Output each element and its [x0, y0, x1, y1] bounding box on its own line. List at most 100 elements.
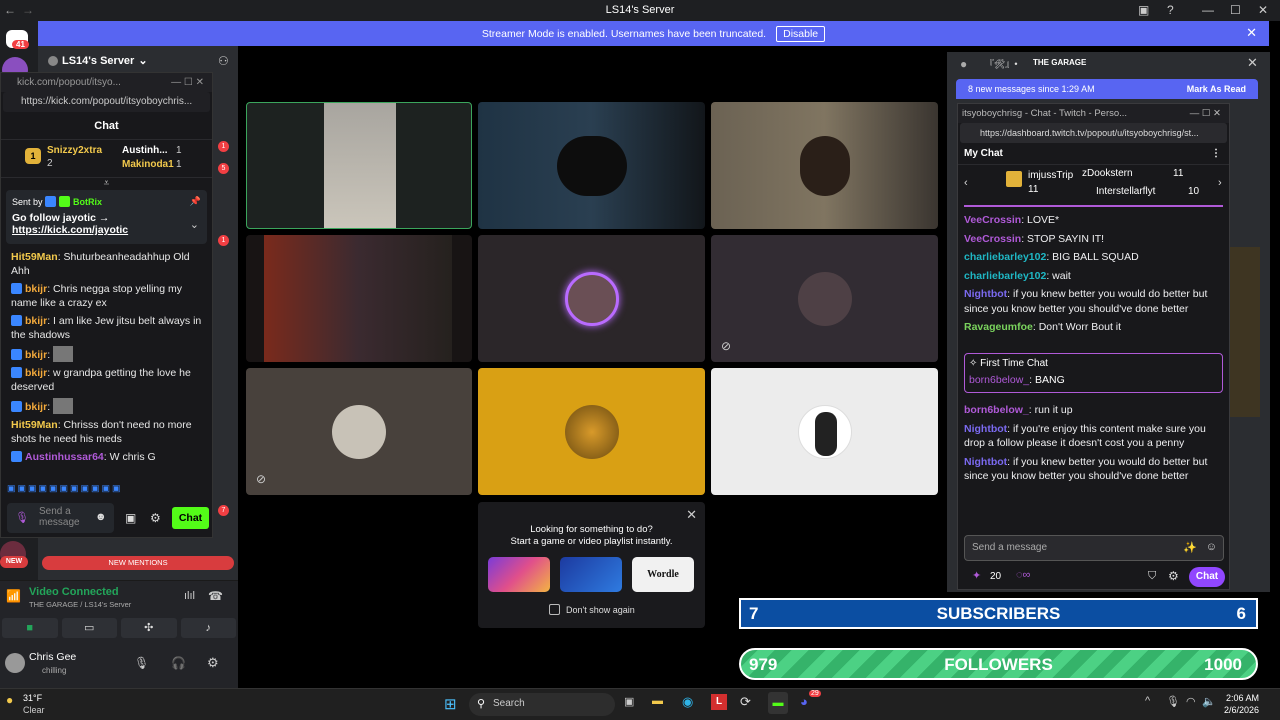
- leader-name[interactable]: Makinoda1: [122, 159, 174, 170]
- edge-icon[interactable]: ◉: [682, 694, 693, 710]
- voice-channel-path[interactable]: THE GARAGE / LS14's Server: [29, 600, 131, 609]
- points-icon[interactable]: ◌∞: [1016, 569, 1030, 581]
- twitch-chat-input[interactable]: Send a message ✨ ☺: [964, 535, 1224, 561]
- gifter-name[interactable]: imjussTrip: [1028, 170, 1073, 181]
- app-l-icon[interactable]: L: [711, 694, 727, 710]
- chat-username[interactable]: VeeCrossin: [964, 214, 1021, 226]
- add-member-icon[interactable]: ⚇: [218, 54, 229, 68]
- video-tile[interactable]: [478, 102, 705, 229]
- task-view-icon[interactable]: ▣: [624, 695, 634, 708]
- leader-name[interactable]: Snizzy2xtra: [47, 145, 102, 156]
- game-tetris[interactable]: [488, 557, 550, 592]
- emoji-icon[interactable]: ☺: [1206, 541, 1217, 553]
- disconnect-icon[interactable]: ☎: [208, 589, 223, 603]
- soundboard-button[interactable]: ♪: [180, 618, 236, 638]
- microphone-icon[interactable]: 🎙: [15, 511, 29, 524]
- chat-username[interactable]: Austinhussar64: [25, 451, 104, 463]
- wifi-icon[interactable]: ◠: [1186, 695, 1196, 708]
- chat-username[interactable]: bkijr: [25, 283, 47, 295]
- video-tile[interactable]: [711, 368, 938, 495]
- minimize-icon[interactable]: —: [1202, 3, 1214, 17]
- username[interactable]: Chris Gee: [29, 651, 76, 663]
- chevron-right-icon[interactable]: ›: [1218, 177, 1222, 189]
- new-messages-bar[interactable]: 8 new messages since 1:29 AM Mark As Rea…: [956, 79, 1258, 99]
- chat-username[interactable]: Hit59Man: [11, 419, 58, 431]
- new-badge[interactable]: NEW: [0, 556, 28, 568]
- video-tile[interactable]: [711, 102, 938, 229]
- leader-name[interactable]: Austinh...: [122, 145, 168, 156]
- game-rocket-league[interactable]: [560, 557, 622, 592]
- chat-username[interactable]: Nightbot: [964, 423, 1007, 435]
- chevron-down-icon[interactable]: ⌄: [190, 218, 199, 231]
- camera-button[interactable]: ■: [2, 618, 58, 638]
- terminal-icon[interactable]: ▬: [768, 692, 788, 714]
- chat-username[interactable]: born6below_: [964, 404, 1029, 416]
- noise-suppression-icon[interactable]: ılıl: [184, 590, 195, 602]
- chat-send-button[interactable]: Chat: [172, 507, 209, 529]
- start-icon[interactable]: ⊞: [444, 695, 457, 713]
- chat-username[interactable]: VeeCrossin: [964, 233, 1021, 245]
- screen-share-button[interactable]: ▭: [61, 618, 117, 638]
- chat-username[interactable]: bkijr: [25, 315, 47, 327]
- close-banner-icon[interactable]: ✕: [1246, 25, 1257, 41]
- video-tile[interactable]: ⊘: [246, 368, 472, 495]
- video-tile[interactable]: ⊘: [711, 235, 938, 362]
- settings-gear-icon[interactable]: ⚙: [207, 655, 219, 671]
- chevron-left-icon[interactable]: ‹: [964, 177, 968, 189]
- checkbox[interactable]: [549, 604, 560, 615]
- headphones-icon[interactable]: 🎧: [171, 656, 186, 670]
- close-icon[interactable]: ✕: [1258, 3, 1268, 17]
- clock-time[interactable]: 2:06 AM: [1226, 693, 1259, 703]
- pin-icon[interactable]: 📌: [190, 196, 201, 207]
- settings-gear-icon[interactable]: ⚙: [150, 511, 161, 525]
- microphone-icon[interactable]: 🎙: [134, 656, 149, 670]
- new-mentions-bar[interactable]: NEW MENTIONS: [42, 556, 234, 570]
- weather-text[interactable]: Clear: [23, 705, 45, 715]
- chat-username[interactable]: Hit59Man: [11, 251, 58, 263]
- url-bar[interactable]: https://kick.com/popout/itsyoboychris...: [3, 92, 210, 112]
- chat-username[interactable]: bkijr: [25, 349, 47, 361]
- discord-taskbar-icon[interactable]: ◕: [800, 694, 808, 709]
- gifter-name[interactable]: Interstellarflyt: [1096, 186, 1155, 197]
- shield-icon[interactable]: ⛉: [1148, 570, 1156, 583]
- close-icon[interactable]: ✕: [686, 507, 697, 523]
- server-header[interactable]: LS14's Server ⌄: [48, 54, 148, 67]
- gifter-name[interactable]: zDookstern: [1082, 168, 1133, 179]
- dont-show-checkbox[interactable]: Don't show again: [549, 604, 635, 615]
- chat-username[interactable]: bkijr: [25, 401, 47, 413]
- pinned-link[interactable]: https://kick.com/jayotic: [12, 224, 201, 236]
- clock-date[interactable]: 2/6/2026: [1224, 705, 1259, 715]
- url-bar[interactable]: https://dashboard.twitch.tv/popout/u/its…: [960, 123, 1227, 143]
- gift-icon[interactable]: ▣: [125, 511, 136, 525]
- settings-gear-icon[interactable]: ⚙: [1168, 569, 1179, 583]
- mark-read-button[interactable]: Mark As Read: [1187, 84, 1246, 94]
- chat-username[interactable]: bkijr: [25, 367, 47, 379]
- video-tile[interactable]: [246, 235, 472, 362]
- avatar[interactable]: [5, 653, 25, 673]
- help-icon[interactable]: ?: [1167, 3, 1174, 17]
- weather-icon[interactable]: ●: [6, 693, 13, 707]
- game-wordle[interactable]: Wordle: [632, 557, 694, 592]
- tray-chevron-icon[interactable]: ^: [1145, 695, 1150, 707]
- volume-icon[interactable]: 🔈: [1202, 695, 1216, 708]
- expand-icon[interactable]: ⩡: [1, 178, 212, 190]
- video-tile[interactable]: [246, 102, 472, 229]
- more-icon[interactable]: ⋮: [1211, 143, 1221, 165]
- microphone-icon[interactable]: 🎙: [1166, 695, 1180, 708]
- activities-button[interactable]: ✣: [121, 618, 177, 638]
- video-connected-label[interactable]: Video Connected: [29, 586, 119, 598]
- chat-username[interactable]: Nightbot: [964, 288, 1007, 300]
- taskbar-search[interactable]: ⚲ Search: [469, 693, 615, 716]
- weather-temp[interactable]: 31°F: [23, 693, 42, 703]
- chat-send-button[interactable]: Chat: [1189, 567, 1225, 587]
- app-icon[interactable]: ⟳: [740, 694, 751, 710]
- sparkle-icon[interactable]: ✨: [1183, 541, 1197, 554]
- bits-icon[interactable]: ✦: [972, 569, 981, 582]
- close-icon[interactable]: ✕: [1247, 55, 1258, 71]
- video-tile[interactable]: [478, 368, 705, 495]
- emote-bar[interactable]: ▣▣▣▣▣▣▣▣▣▣▣: [7, 483, 123, 494]
- inbox-icon[interactable]: ▣: [1138, 3, 1149, 17]
- chat-username[interactable]: born6below_: [969, 374, 1029, 386]
- chat-username[interactable]: charliebarley102: [964, 270, 1046, 282]
- maximize-icon[interactable]: ☐: [1230, 3, 1241, 17]
